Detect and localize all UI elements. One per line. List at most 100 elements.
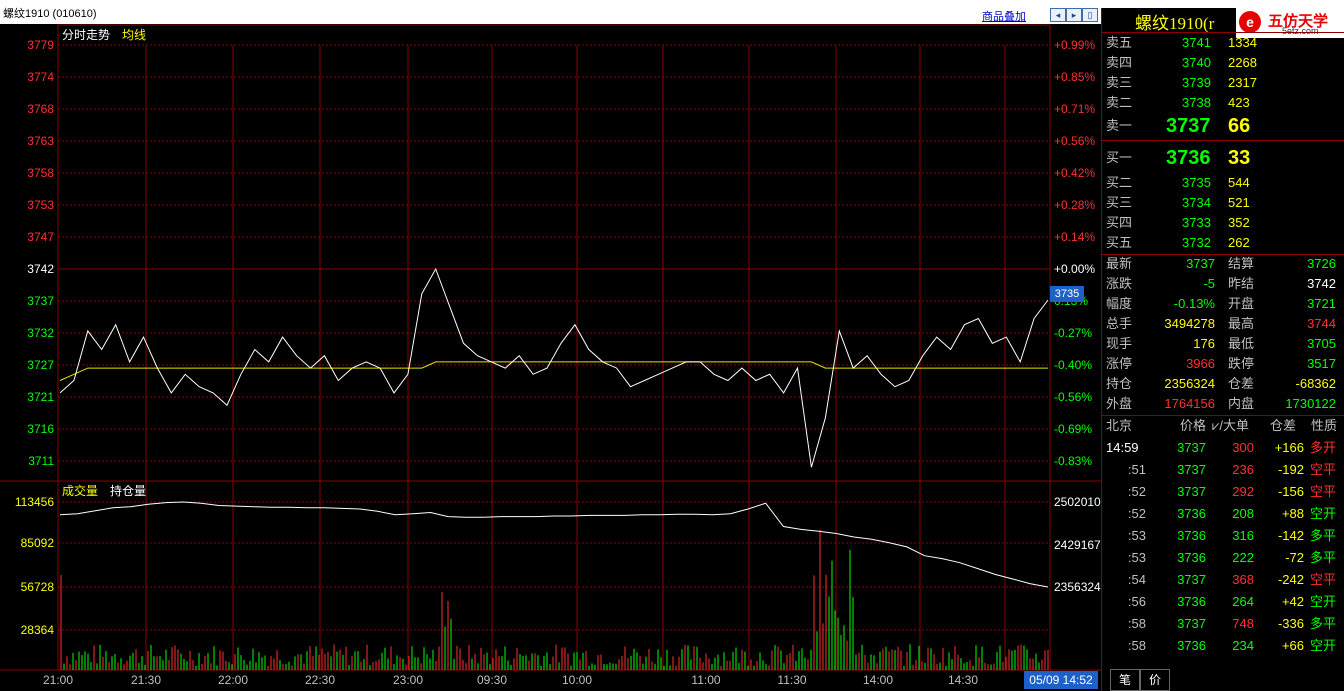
tab-trades[interactable]: 笔 [1110,669,1141,691]
tick-nature: 多平 [1310,616,1337,631]
price-tick-label: 3721 [27,390,54,404]
logo-mark: e [1239,11,1261,33]
tick-volume: 748 [1232,616,1254,631]
price-tick-label: 3747 [27,230,54,244]
price-tick-label: 3716 [27,422,54,436]
volume-tick-label: 28364 [21,623,55,637]
tick-volume: 316 [1232,528,1254,543]
stat-label: 跌停 [1228,356,1255,371]
stat-value: 3744 [1307,316,1336,331]
bid-volume: 521 [1228,195,1250,210]
panel-divider [1101,140,1344,141]
time-axis-label: 21:00 [43,673,73,687]
tick-price: 3736 [1177,506,1206,521]
tick-nature: 多平 [1310,550,1337,565]
stat-label: 幅度 [1106,296,1133,311]
tick-oi: +66 [1281,638,1304,653]
chart-area: 3779 +0.99% 3774 +0.85% 3768 +0.71% 3763 +0.56%… [0,24,1101,687]
ticks-header-oi: 仓差 [1270,418,1297,433]
time-axis-label: 10:00 [562,673,592,687]
ticks-header-volume: ⩗/大单 [1212,418,1249,433]
price-tick-label: 3768 [27,102,54,116]
tick-nature: 空开 [1310,638,1337,653]
volume-bars [60,530,1049,670]
tick-nature: 空平 [1310,462,1337,477]
pct-tick-label: +0.71% [1054,102,1095,116]
tick-nature: 多平 [1310,528,1337,543]
pct-tick-label: +0.99% [1054,38,1095,52]
tick-volume: 236 [1232,462,1254,477]
tick-oi: +88 [1281,506,1304,521]
ask-label: 卖一 [1106,118,1133,133]
pct-tick-label: +0.28% [1054,198,1095,212]
stat-value: 176 [1193,336,1215,351]
stat-value: 3966 [1186,356,1215,371]
tick-oi: +42 [1281,594,1304,609]
oi-tick-label: 2502010 [1054,495,1101,509]
tab-prices[interactable]: 价 [1140,669,1171,691]
stat-label: 内盘 [1228,396,1255,411]
tick-price: 3736 [1177,550,1206,565]
ask-price: 3741 [1182,35,1211,50]
ask-label: 卖五 [1106,35,1133,50]
price-tick-label: 3727 [27,358,54,372]
avg-line-label: 均线 [122,28,146,42]
price-chart-label: 分时走势 [62,28,110,42]
stat-value: 1764156 [1164,396,1215,411]
pct-tick-label: -0.83% [1054,454,1092,468]
stat-label: 持仓 [1106,376,1133,391]
stat-value: 3517 [1307,356,1336,371]
time-cursor-box: 05/09 14:52 [1024,671,1098,689]
stat-value: 2356324 [1164,376,1215,391]
stat-value: -68362 [1295,376,1336,391]
tick-volume: 208 [1232,506,1254,521]
stat-value: -5 [1203,276,1215,291]
time-axis-label: 14:30 [948,673,978,687]
pct-tick-label: +0.42% [1054,166,1095,180]
stat-value: -0.13% [1173,296,1215,311]
time-axis-label: 21:30 [131,673,161,687]
ask-label: 卖三 [1106,75,1133,90]
tick-price: 3737 [1177,616,1206,631]
ask-label: 卖二 [1106,95,1133,110]
panel-divider [1101,32,1344,33]
tick-nature: 空平 [1310,484,1337,499]
tick-nature: 空平 [1310,572,1337,587]
tick-price: 3737 [1177,572,1206,587]
axis-labels: 3779 +0.99% 3774 +0.85% 3768 +0.71% 3763 +0.56%… [15,28,1101,687]
tick-price: 3736 [1177,638,1206,653]
ask-volume: 1334 [1228,35,1257,50]
tick-price: 3736 [1177,528,1206,543]
symbol-title: 螺纹1910(r [1135,14,1215,33]
ticks-header-price: 价格 [1179,418,1206,433]
tick-oi: +166 [1274,440,1304,455]
open-interest-line [59,501,1049,588]
bid-price: 3736 [1166,147,1211,169]
ask-price: 3739 [1182,75,1211,90]
tick-volume: 264 [1232,594,1254,609]
ask-label: 卖四 [1106,55,1133,70]
price-tick-label: 3737 [27,294,54,308]
tick-time: :58 [1127,616,1146,631]
time-axis-label: 11:00 [691,673,720,687]
price-tick-label: 3779 [27,38,54,52]
pct-tick-label: -0.40% [1054,358,1092,372]
tick-time: :54 [1127,572,1146,587]
ask-price: 3738 [1182,95,1211,110]
stat-value: 3726 [1307,256,1336,271]
tick-price: 3737 [1177,484,1206,499]
bid-label: 买四 [1106,215,1133,230]
time-axis-label: 11:30 [777,673,806,687]
stat-label: 开盘 [1228,296,1255,311]
ask-price: 3740 [1182,55,1211,70]
tick-volume: 292 [1232,484,1254,499]
stat-value: 3721 [1307,296,1336,311]
stat-label: 总手 [1106,316,1133,331]
bid-volume: 262 [1228,235,1250,250]
ticks-header-time: 北京 [1106,418,1133,433]
tick-oi: -72 [1285,550,1304,565]
bid-price: 3734 [1182,195,1211,210]
stat-value: 3494278 [1164,316,1215,331]
volume-label: 成交量 [62,483,98,498]
tick-nature: 空开 [1310,594,1337,609]
